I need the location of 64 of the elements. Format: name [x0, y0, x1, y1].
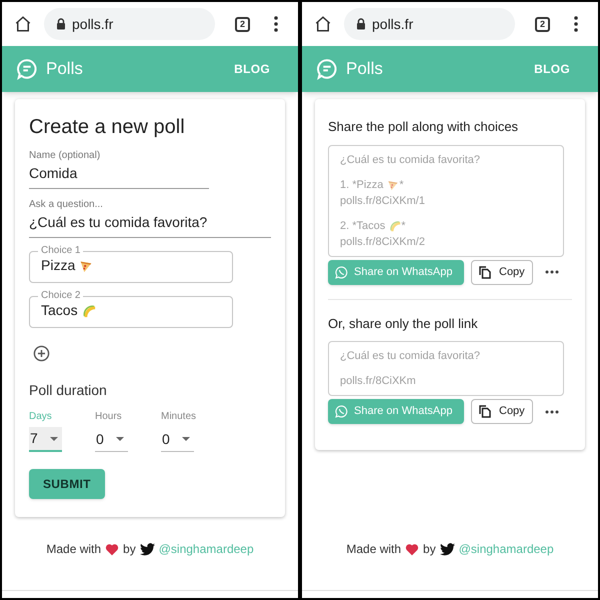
pizza-icon	[79, 258, 94, 272]
pizza-icon	[387, 178, 400, 190]
lock-icon	[356, 18, 366, 30]
taco-icon	[82, 304, 96, 318]
name-field[interactable]: Name (optional) Comida	[29, 148, 209, 189]
app-title: Polls	[346, 58, 383, 80]
share-text-line: 1. *Pizza *	[340, 178, 405, 192]
duration-title: Poll duration	[29, 381, 108, 400]
duration-label: Hours	[95, 410, 123, 424]
chat-bubble-icon	[316, 58, 338, 80]
section-title: Share the poll along with choices	[328, 118, 520, 136]
footer-text: Made with	[46, 541, 102, 558]
share-text-line: ¿Cuál es tu comida favorita?	[340, 152, 482, 168]
duration-label: Minutes	[161, 410, 194, 424]
dropdown-icon	[50, 436, 58, 440]
app-title: Polls	[46, 58, 83, 80]
whatsapp-icon	[335, 405, 348, 418]
menu-icon[interactable]	[274, 16, 278, 32]
address-bar[interactable]: polls.fr	[344, 8, 515, 40]
duration-select[interactable]: 7	[29, 427, 62, 452]
form-title: Create a new poll	[29, 115, 186, 140]
share-text-line: polls.fr/8CiXKm	[340, 374, 417, 389]
share-text-line: 2. *Tacos *	[340, 218, 407, 234]
duration-select[interactable]: 0	[95, 427, 128, 452]
submit-button[interactable]: SUBMIT	[29, 469, 105, 499]
footer-text: Made with	[346, 541, 402, 558]
footer-text: by	[123, 541, 136, 558]
dropdown-icon	[182, 437, 190, 441]
choice-label: Choice 1	[40, 246, 82, 256]
copy-button[interactable]: Copy	[471, 260, 533, 284]
dropdown-icon	[116, 437, 124, 441]
home-icon[interactable]	[314, 15, 332, 33]
add-icon[interactable]	[33, 345, 50, 362]
share-text-line: polls.fr/8CiXKm/1	[340, 194, 426, 208]
chat-bubble-icon	[16, 58, 38, 80]
choice-label: Choice 2	[40, 291, 82, 301]
choice-field[interactable]: Choice 1 Pizza	[29, 246, 233, 283]
heart-icon	[405, 542, 420, 556]
tab-count[interactable]: 2	[535, 16, 550, 32]
more-icon[interactable]	[545, 410, 559, 414]
home-icon[interactable]	[14, 15, 32, 33]
more-icon[interactable]	[545, 270, 559, 274]
tab-count[interactable]: 2	[235, 16, 250, 32]
share-text-line: ¿Cuál es tu comida favorita?	[340, 349, 482, 364]
bird-icon	[140, 542, 155, 556]
duration-select[interactable]: 0	[161, 427, 194, 452]
url-text: polls.fr	[372, 14, 414, 34]
lock-icon	[56, 18, 66, 30]
bird-icon	[440, 542, 455, 556]
question-field[interactable]: Ask a question... ¿Cuál es tu comida favorita?	[29, 197, 271, 238]
taco-icon	[389, 220, 402, 232]
url-text: polls.fr	[72, 14, 114, 34]
choice-field[interactable]: Choice 2 Tacos	[29, 291, 233, 328]
menu-icon[interactable]	[574, 16, 578, 32]
address-bar[interactable]: polls.fr	[44, 8, 215, 40]
duration-label: Days	[29, 410, 53, 424]
heart-icon	[105, 542, 120, 556]
footer-text: by	[423, 541, 436, 558]
copy-button[interactable]: Copy	[471, 399, 533, 424]
section-title: Or, share only the poll link	[328, 314, 479, 333]
copy-icon	[479, 405, 491, 418]
copy-icon	[479, 266, 491, 278]
whatsapp-icon	[335, 266, 348, 278]
share-text-line: polls.fr/8CiXKm/2	[340, 234, 426, 250]
